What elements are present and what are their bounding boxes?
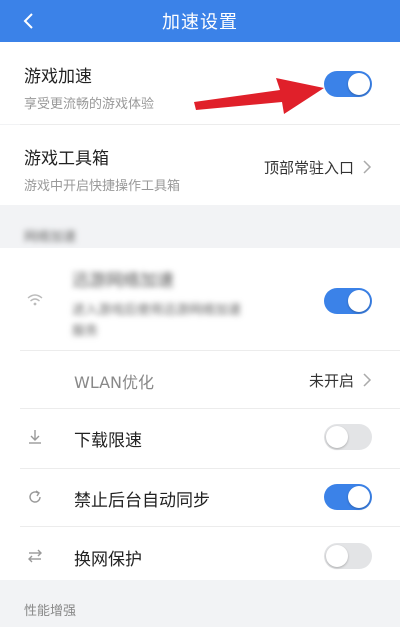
divider xyxy=(20,350,400,351)
toggle-knob xyxy=(348,486,370,508)
divider xyxy=(20,526,400,527)
back-button[interactable] xyxy=(14,6,44,36)
game-accel-title: 游戏加速 xyxy=(24,67,92,87)
swap-icon xyxy=(26,547,44,565)
toggle-knob xyxy=(348,290,370,312)
toolbox-subtitle: 游戏中开启快捷操作工具箱 xyxy=(24,179,181,194)
toggle-knob xyxy=(326,426,348,448)
toolbox-text: 游戏工具箱 游戏中开启快捷操作工具箱 xyxy=(24,144,180,194)
game-accel-toggle[interactable] xyxy=(324,71,372,97)
game-accel-text: 游戏加速 享受更流畅的游戏体验 xyxy=(24,62,154,112)
chevron-left-icon xyxy=(23,13,33,29)
download-limit-toggle[interactable] xyxy=(324,424,372,450)
page-title: 加速设置 xyxy=(162,12,238,33)
bg-sync-label: 禁止后台自动同步 xyxy=(74,491,210,511)
download-limit-label: 下载限速 xyxy=(74,431,142,451)
download-icon xyxy=(26,428,44,446)
toolbox-title: 游戏工具箱 xyxy=(24,149,109,169)
sync-icon xyxy=(26,488,44,506)
xunyou-title: 迅游网络加速 xyxy=(72,271,174,291)
xunyou-subtitle-1: 进入游戏后使用迅游网络加速 xyxy=(72,303,242,318)
bg-sync-toggle[interactable] xyxy=(324,484,372,510)
wlan-row[interactable] xyxy=(0,352,400,407)
xunyou-toggle[interactable] xyxy=(324,288,372,314)
section-label-performance: 性能增强 xyxy=(24,604,77,619)
xunyou-text: 迅游网络加速 进入游戏后使用迅游网络加速 服务 xyxy=(72,266,241,339)
net-switch-toggle[interactable] xyxy=(324,543,372,569)
xunyou-subtitle-2: 服务 xyxy=(72,324,99,339)
game-accel-subtitle: 享受更流畅的游戏体验 xyxy=(24,97,155,112)
net-switch-label: 换网保护 xyxy=(74,550,142,570)
divider xyxy=(20,408,400,409)
divider xyxy=(20,468,400,469)
section-label-network: 网络加速 xyxy=(24,230,77,245)
top-bar: 加速设置 xyxy=(0,0,400,42)
toggle-knob xyxy=(348,73,370,95)
toolbox-value: 顶部常驻入口 xyxy=(263,159,354,177)
toggle-knob xyxy=(326,545,348,567)
red-arrow-annotation xyxy=(194,78,324,114)
chevron-right-icon xyxy=(363,160,372,174)
wifi-icon xyxy=(26,291,44,309)
